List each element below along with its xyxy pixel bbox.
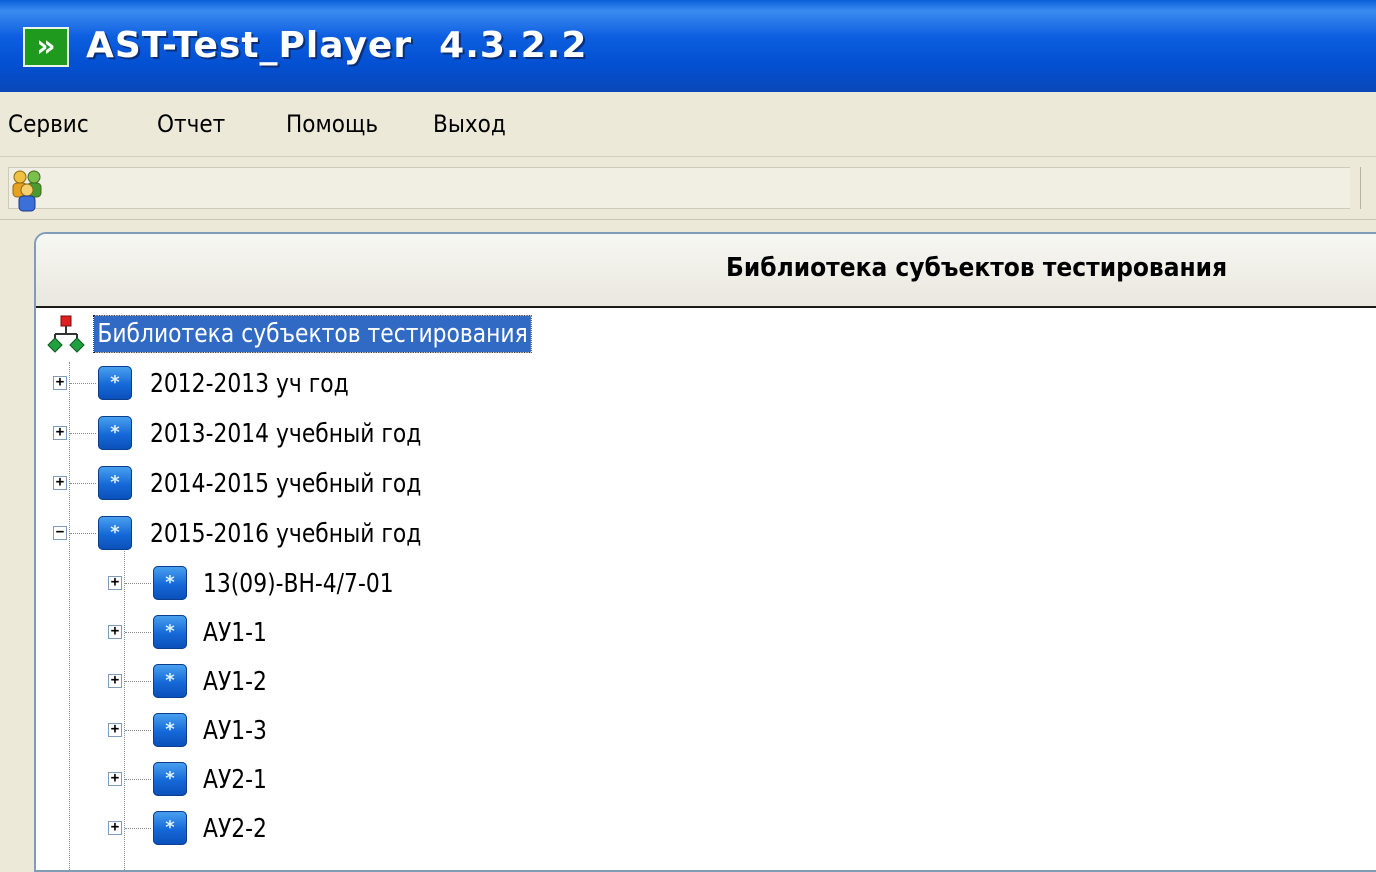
- app-icon: »: [23, 27, 69, 67]
- tree-node-year[interactable]: + * 2012-2013 уч год: [36, 362, 1376, 406]
- tree-line: [125, 730, 151, 731]
- tree-node-year[interactable]: − * 2015-2016 учебный год: [36, 512, 1376, 556]
- tree-line: [70, 383, 96, 384]
- tree-node-label[interactable]: АУ1-1: [203, 615, 267, 651]
- expand-toggle[interactable]: +: [108, 624, 122, 639]
- menu-report[interactable]: Отчет: [157, 108, 225, 140]
- tree-node-year[interactable]: + * 2014-2015 учебный год: [36, 462, 1376, 506]
- panel-title: Библиотека субъектов тестирования: [726, 253, 1228, 283]
- expand-toggle[interactable]: +: [108, 575, 122, 590]
- folder-icon: *: [153, 762, 187, 796]
- expand-toggle[interactable]: +: [108, 673, 122, 688]
- folder-icon: *: [153, 664, 187, 698]
- tree-node-group[interactable]: + * 13(09)-ВН-4/7-01: [36, 562, 1376, 606]
- folder-icon: *: [98, 466, 132, 500]
- tree-line: [125, 779, 151, 780]
- tree-node-group[interactable]: + * АУ1-2: [36, 660, 1376, 704]
- tree-line: [125, 681, 151, 682]
- tree-root[interactable]: Библиотека субъектов тестирования: [36, 312, 1376, 356]
- tree-node-label[interactable]: АУ2-1: [203, 762, 267, 798]
- tree-node-label[interactable]: АУ1-3: [203, 713, 267, 749]
- folder-icon: *: [98, 366, 132, 400]
- tree-root-label[interactable]: Библиотека субъектов тестирования: [93, 315, 532, 353]
- app-icon-glyph: »: [36, 29, 56, 64]
- tree-line: [70, 483, 96, 484]
- tree-node-group[interactable]: + * АУ1-1: [36, 611, 1376, 655]
- title-bar[interactable]: » AST-Test_Player 4.3.2.2: [0, 0, 1376, 92]
- users-icon[interactable]: [10, 168, 44, 212]
- expand-toggle[interactable]: +: [53, 425, 67, 440]
- expand-toggle[interactable]: +: [108, 820, 122, 835]
- tree-node-group[interactable]: + * АУ1-3: [36, 709, 1376, 753]
- folder-icon: *: [98, 416, 132, 450]
- toolbar-separator: [1360, 167, 1376, 209]
- folder-icon: *: [153, 615, 187, 649]
- tree-node-label[interactable]: АУ1-2: [203, 664, 267, 700]
- folder-icon: *: [153, 713, 187, 747]
- folder-icon: *: [98, 516, 132, 550]
- toolbar-field: [8, 167, 1350, 209]
- tree-line: [125, 828, 151, 829]
- expand-toggle[interactable]: +: [53, 375, 67, 390]
- tree-node-label[interactable]: 2013-2014 учебный год: [150, 416, 421, 452]
- tree-node-label[interactable]: 2015-2016 учебный год: [150, 516, 421, 552]
- tree-node-group[interactable]: + * АУ2-1: [36, 758, 1376, 802]
- tree-node-year[interactable]: + * 2013-2014 учебный год: [36, 412, 1376, 456]
- expand-toggle[interactable]: +: [53, 475, 67, 490]
- menu-exit[interactable]: Выход: [433, 108, 506, 140]
- tree-line: [125, 583, 151, 584]
- tree-node-group[interactable]: + * АУ2-2: [36, 807, 1376, 851]
- toolbar: [0, 157, 1376, 220]
- menu-service[interactable]: Сервис: [8, 108, 89, 140]
- library-panel: Библиотека субъектов тестирования Библио…: [34, 232, 1376, 872]
- tree-node-label[interactable]: 13(09)-ВН-4/7-01: [203, 566, 394, 602]
- panel-header: Библиотека субъектов тестирования: [36, 234, 1376, 308]
- tree-node-label[interactable]: 2012-2013 уч год: [150, 366, 349, 402]
- menu-help[interactable]: Помощь: [286, 108, 378, 140]
- window-title: AST-Test_Player 4.3.2.2: [86, 25, 588, 66]
- hierarchy-icon: [47, 315, 85, 353]
- folder-icon: *: [153, 566, 187, 600]
- folder-icon: *: [153, 811, 187, 845]
- tree-node-label[interactable]: АУ2-2: [203, 811, 267, 847]
- tree-line: [70, 433, 96, 434]
- menu-bar: Сервис Отчет Помощь Выход: [0, 92, 1376, 157]
- tree-line: [125, 632, 151, 633]
- tree-line: [70, 533, 96, 534]
- expand-toggle[interactable]: +: [108, 722, 122, 737]
- tree-node-label[interactable]: 2014-2015 учебный год: [150, 466, 421, 502]
- collapse-toggle[interactable]: −: [53, 525, 67, 540]
- expand-toggle[interactable]: +: [108, 771, 122, 786]
